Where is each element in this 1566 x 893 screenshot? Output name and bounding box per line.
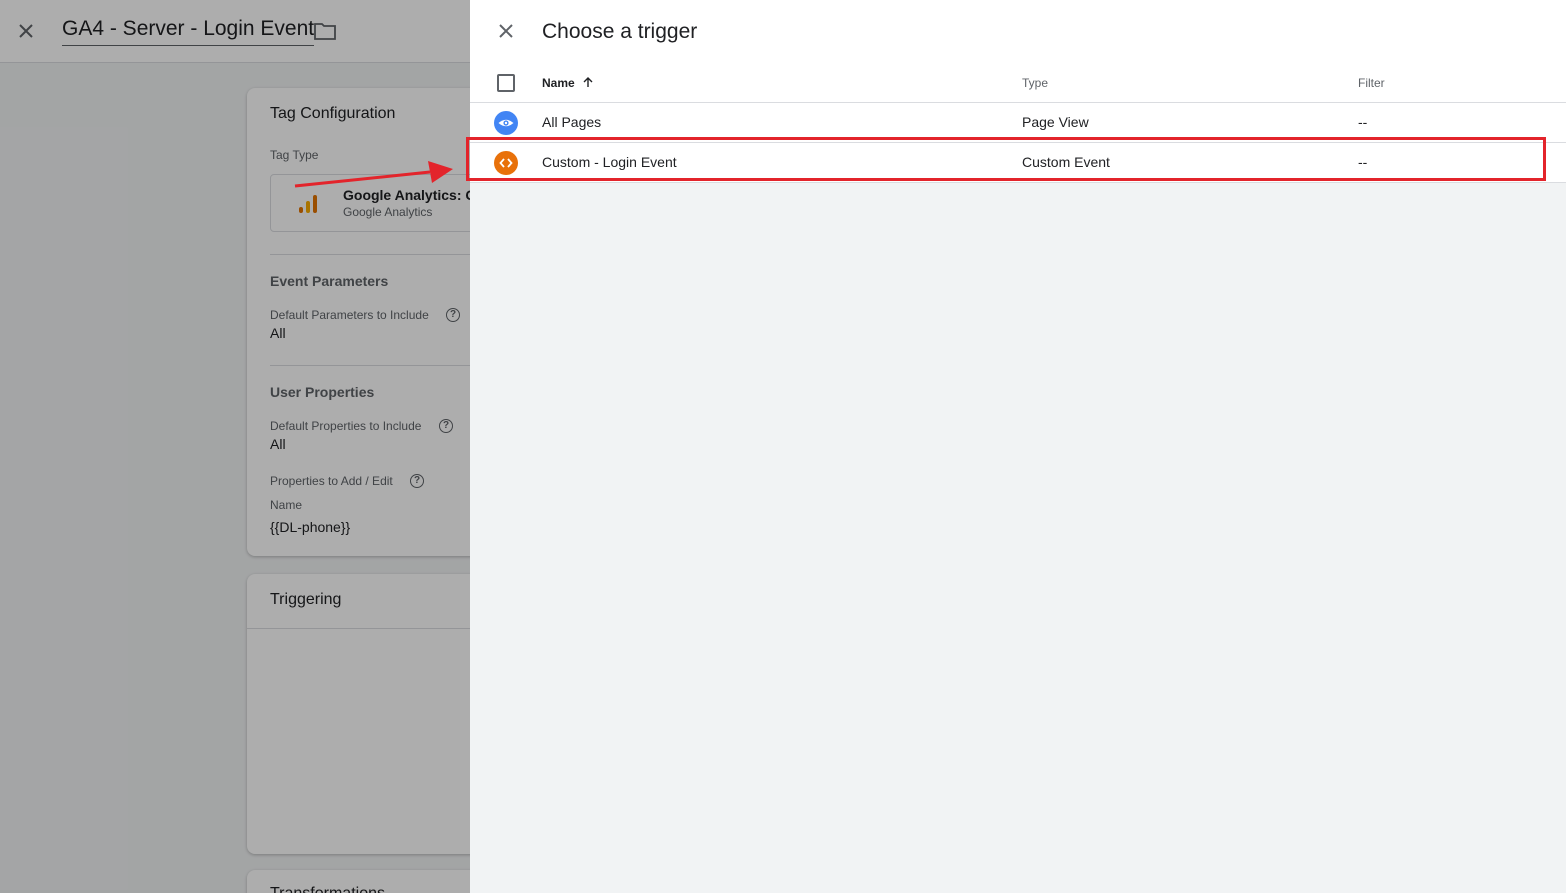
annotation-arrow-icon bbox=[294, 161, 453, 188]
column-header-name-label: Name bbox=[542, 76, 575, 90]
select-all-checkbox[interactable] bbox=[497, 74, 515, 92]
trigger-type: Page View bbox=[1022, 114, 1089, 130]
column-header-filter[interactable]: Filter bbox=[1358, 76, 1385, 90]
eye-icon bbox=[494, 111, 518, 135]
column-header-name[interactable]: Name bbox=[542, 76, 594, 90]
trigger-table-header: Name Type Filter bbox=[470, 63, 1566, 103]
column-header-type[interactable]: Type bbox=[1022, 76, 1048, 90]
trigger-row[interactable]: All Pages Page View -- bbox=[470, 103, 1566, 143]
trigger-name: All Pages bbox=[542, 114, 602, 130]
choose-trigger-panel: Choose a trigger Name Type Filter All Pa… bbox=[470, 0, 1566, 893]
trigger-filter: -- bbox=[1358, 154, 1368, 170]
trigger-row[interactable]: Custom - Login Event Custom Event -- bbox=[470, 143, 1566, 183]
panel-header: Choose a trigger bbox=[470, 0, 1566, 63]
panel-title: Choose a trigger bbox=[542, 20, 698, 43]
trigger-type: Custom Event bbox=[1022, 154, 1110, 170]
trigger-filter: -- bbox=[1358, 114, 1368, 130]
trigger-name: Custom - Login Event bbox=[542, 154, 677, 170]
code-icon bbox=[494, 151, 518, 175]
arrow-up-icon bbox=[583, 77, 593, 87]
close-icon[interactable] bbox=[494, 19, 518, 43]
